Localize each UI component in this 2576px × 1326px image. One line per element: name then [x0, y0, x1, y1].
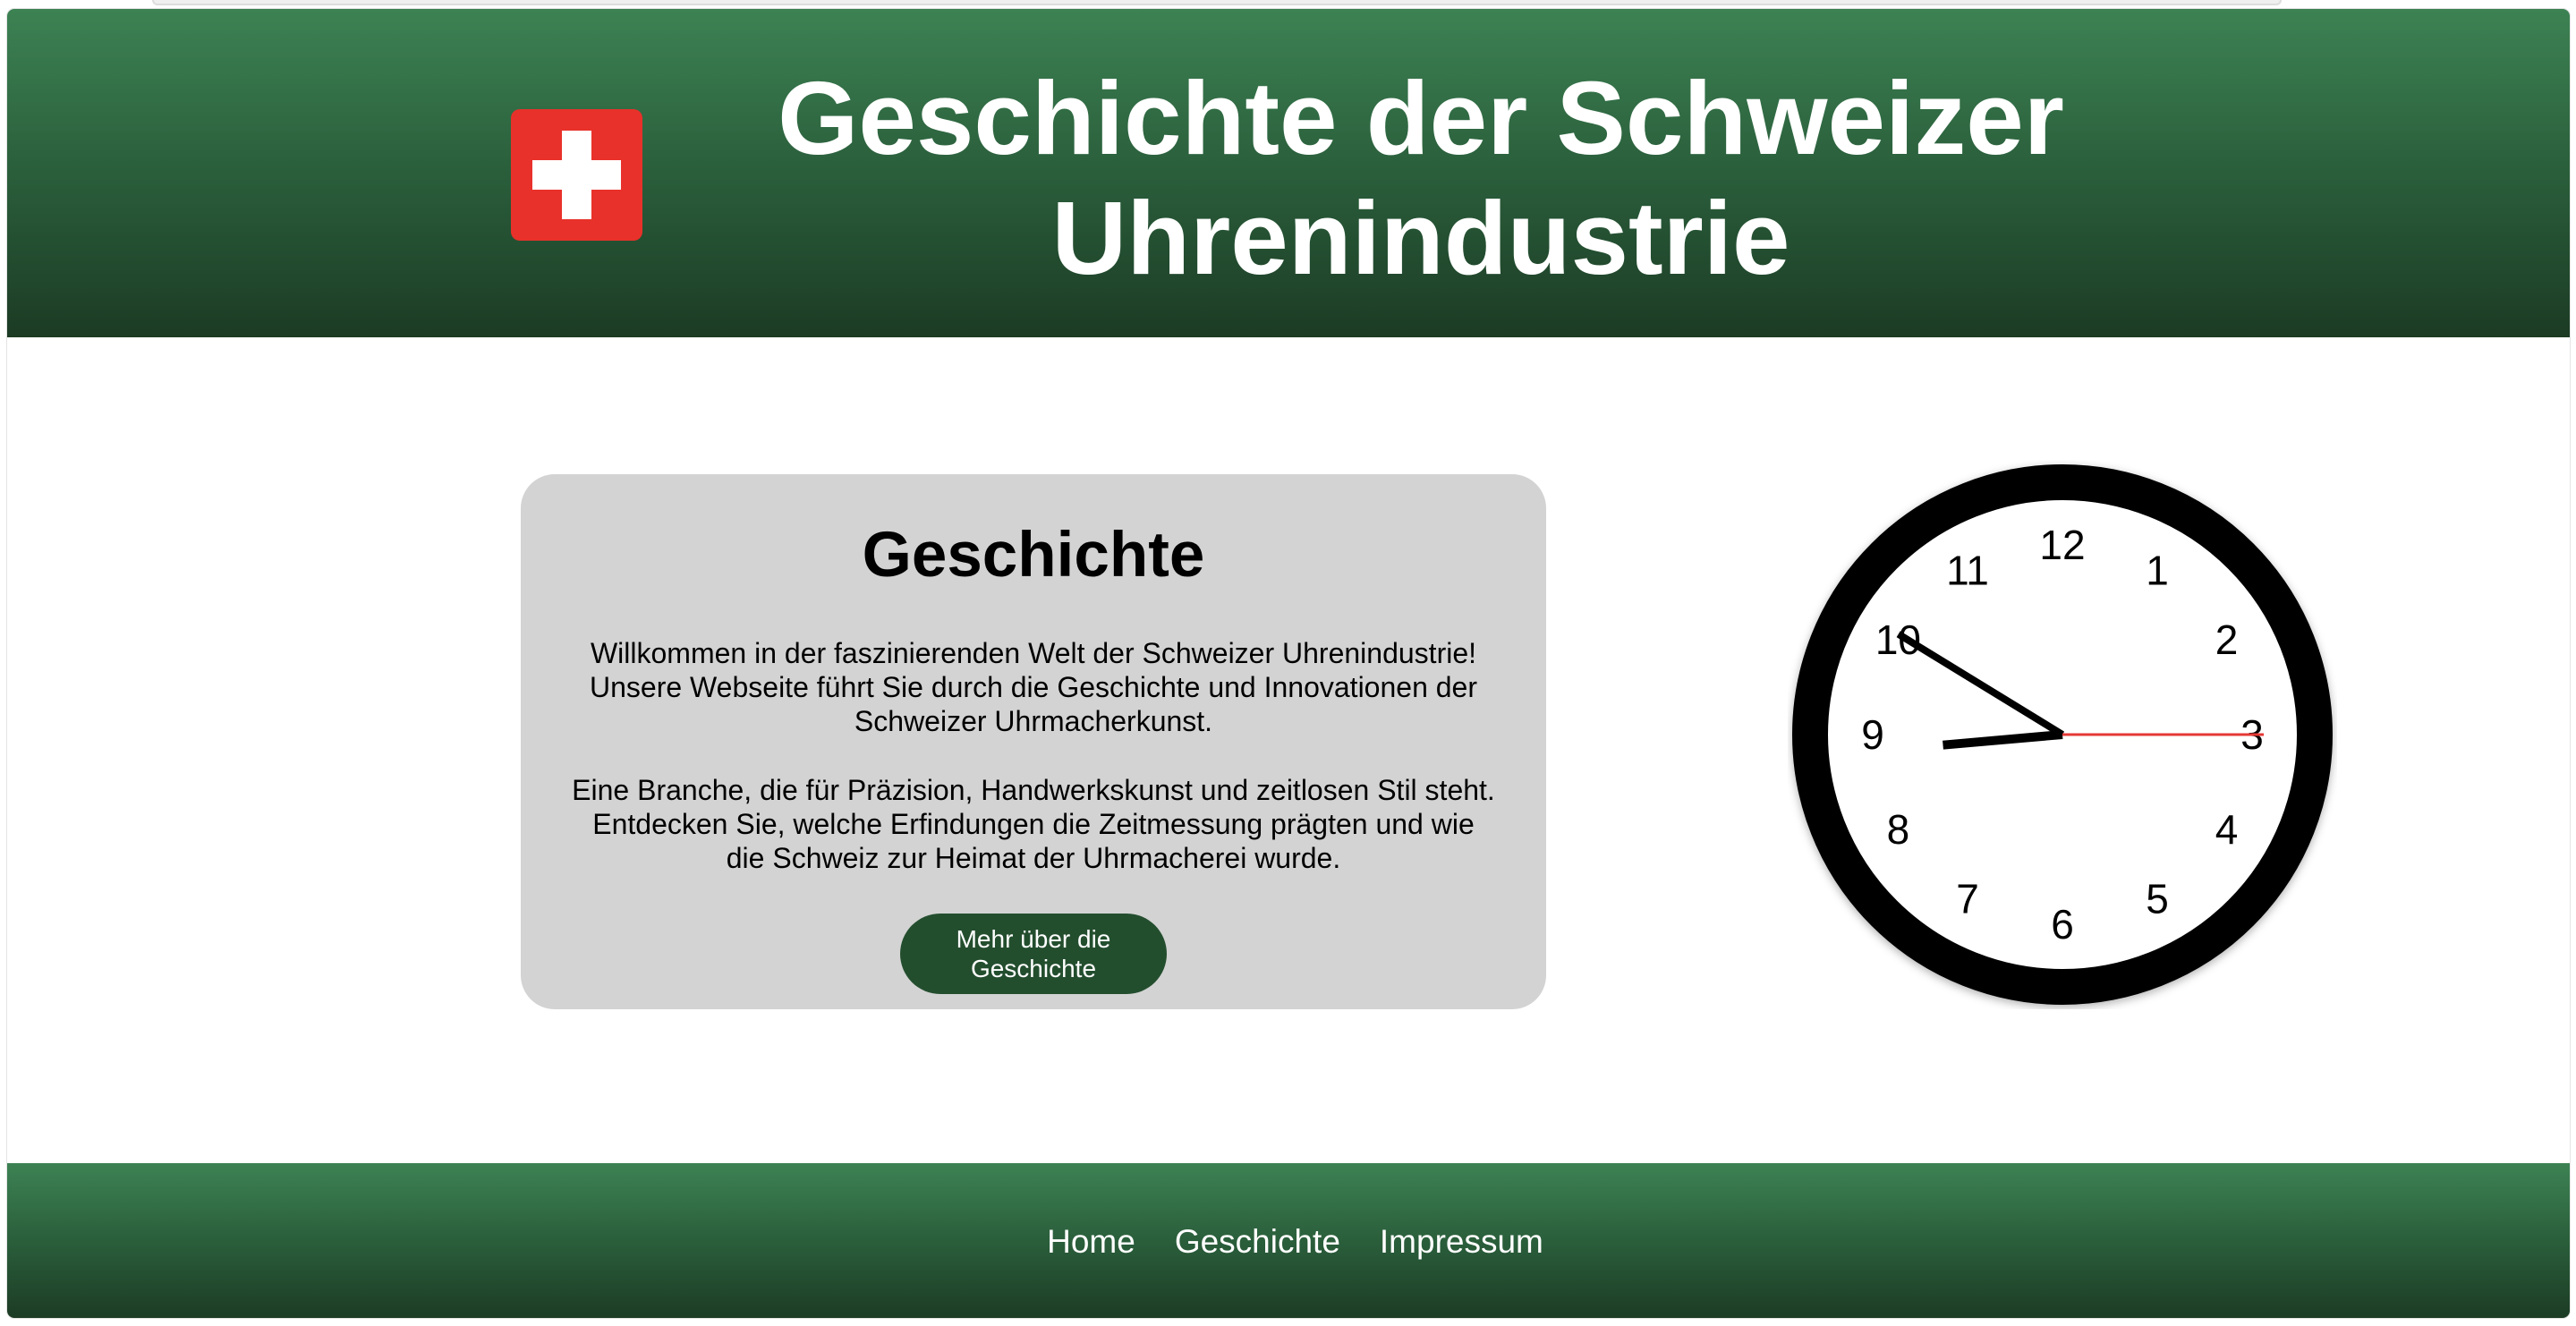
- clock-number-7: 7: [1956, 876, 1979, 922]
- footer-link-home[interactable]: Home: [1047, 1223, 1135, 1261]
- page-frame: Geschichte der Schweizer Uhrenindustrie …: [6, 8, 2571, 1319]
- swiss-flag-icon: [511, 109, 642, 241]
- browser-top-strip: [152, 0, 2282, 5]
- clock-number-4: 4: [2215, 806, 2239, 853]
- clock-number-6: 6: [2051, 901, 2074, 948]
- more-history-button[interactable]: Mehr über die Geschichte: [900, 914, 1167, 994]
- footer-link-impressum[interactable]: Impressum: [1380, 1223, 1543, 1261]
- intro-paragraph: Willkommen in der faszinierenden Welt de…: [590, 637, 1477, 737]
- history-heading: Geschichte: [862, 520, 1205, 591]
- footer-nav: Home Geschichte Impressum: [7, 1163, 2570, 1318]
- footer-link-geschichte[interactable]: Geschichte: [1175, 1223, 1340, 1261]
- clock-number-8: 8: [1887, 806, 1910, 853]
- clock-number-5: 5: [2146, 876, 2169, 922]
- site-footer: Home Geschichte Impressum: [7, 1163, 2570, 1318]
- flag-cross-horizontal: [532, 160, 621, 190]
- history-card: Geschichte Willkommen in der faszinieren…: [521, 474, 1546, 1009]
- clock-number-12: 12: [2039, 522, 2085, 568]
- description-paragraph: Eine Branche, die für Präzision, Handwer…: [572, 774, 1495, 874]
- site-title: Geschichte der Schweizer Uhrenindustrie: [778, 60, 2064, 296]
- analog-clock: 12 1 2 3 4 5 6 7 8 9 10 11: [1788, 460, 2337, 1009]
- clock-number-9: 9: [1861, 711, 1884, 758]
- clock-face-svg: 121234567891011: [1792, 464, 2333, 1005]
- clock-number-11: 11: [1946, 547, 1989, 593]
- clock-number-2: 2: [2215, 616, 2239, 663]
- clock-number-1: 1: [2146, 547, 2169, 593]
- site-header: Geschichte der Schweizer Uhrenindustrie: [7, 9, 2570, 337]
- more-history-button-label: Mehr über die Geschichte: [956, 925, 1111, 982]
